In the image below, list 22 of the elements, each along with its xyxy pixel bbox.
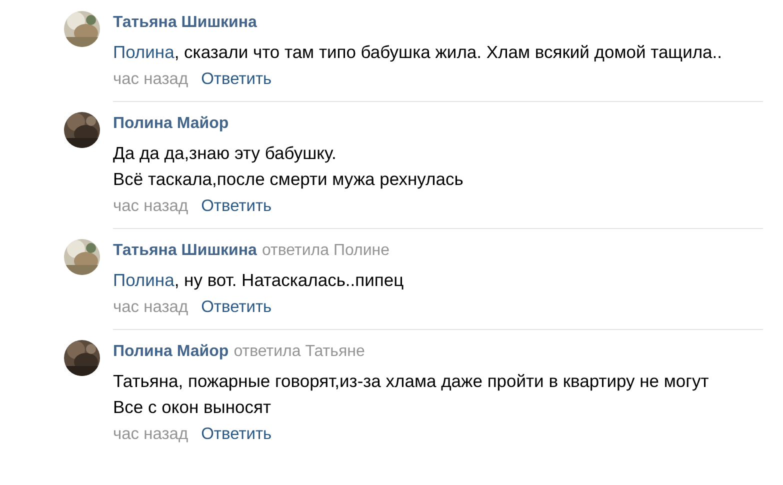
comment-text: Полина, ну вот. Натаскалась..пипец: [113, 269, 405, 292]
comment-time: час назад: [113, 424, 188, 445]
author-name[interactable]: Татьяна Шишкина: [113, 12, 257, 34]
author-name[interactable]: Полина Майор: [113, 341, 229, 363]
reply-to-text: ответила Полине: [262, 241, 390, 261]
comment-time: час назад: [113, 196, 188, 217]
mention-link[interactable]: Полина: [113, 42, 174, 62]
comment-text: Все с окон выносят: [113, 396, 272, 419]
reply-link[interactable]: Ответить: [201, 296, 272, 318]
comment-text: Всё таскала,после смерти мужа рехнулась: [113, 168, 464, 191]
author-name[interactable]: Полина Майор: [113, 113, 229, 135]
author-name[interactable]: Татьяна Шишкина: [113, 240, 257, 262]
comment-time: час назад: [113, 297, 188, 318]
mention-link[interactable]: Полина: [113, 270, 174, 290]
reply-link[interactable]: Ответить: [201, 195, 272, 217]
reply-to-text: ответила Татьяне: [234, 342, 365, 362]
reply-link[interactable]: Ответить: [201, 423, 272, 445]
comment-text: Полина, сказали что там типо бабушка жила. Хлам всякий домой тащила..: [113, 41, 724, 64]
comment-text: Татьяна, пожарные говорят,из-за хлама даже пройти в квартиру не могут: [113, 370, 710, 393]
reply-link[interactable]: Ответить: [201, 68, 272, 90]
comment-text: Да да да,знаю эту бабушку.: [113, 142, 338, 165]
comment-time: час назад: [113, 69, 188, 90]
